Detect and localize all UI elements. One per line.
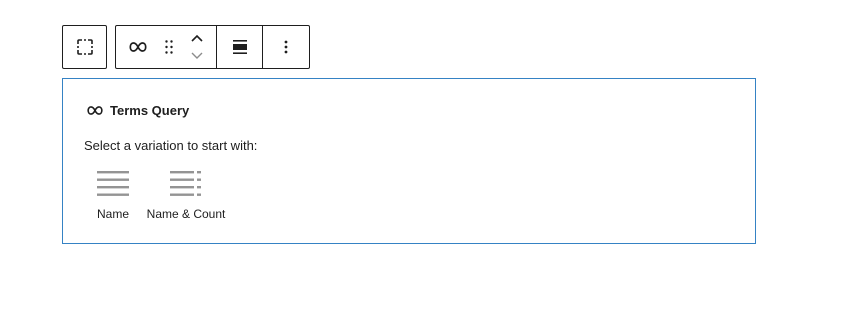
drag-handle[interactable] [160,26,178,68]
variation-label: Name [96,207,129,221]
more-options-button[interactable] [262,26,308,68]
variation-label: Name & Count [146,207,226,221]
infinity-loop-icon [129,42,147,52]
block-movers [178,26,216,68]
block-type-button[interactable] [116,26,160,68]
select-parent-button[interactable] [63,26,106,68]
terms-query-placeholder: Terms Query Select a variation to start … [62,78,756,244]
placeholder-title: Terms Query [110,103,190,118]
drag-handle-icon [165,40,173,54]
list-lines-icon [97,171,129,196]
variation-name-button[interactable]: Name [85,169,141,221]
infinity-loop-icon [87,106,103,115]
align-button[interactable] [216,26,262,68]
chevron-down-icon [191,52,203,59]
placeholder-instructions: Select a variation to start with: [84,138,258,153]
move-up-button[interactable] [185,30,209,46]
variation-name-count-button[interactable]: Name & Count [147,169,225,221]
list-lines-count-icon [170,171,201,196]
more-vertical-icon [284,40,287,54]
chevron-up-icon [191,34,203,42]
select-parent-icon [76,39,93,55]
block-toolbar [115,25,310,69]
block-toolbar-parent-group [62,25,107,69]
move-down-button[interactable] [185,48,209,64]
align-wide-icon [232,40,247,54]
placeholder-label: Terms Query [87,103,189,118]
